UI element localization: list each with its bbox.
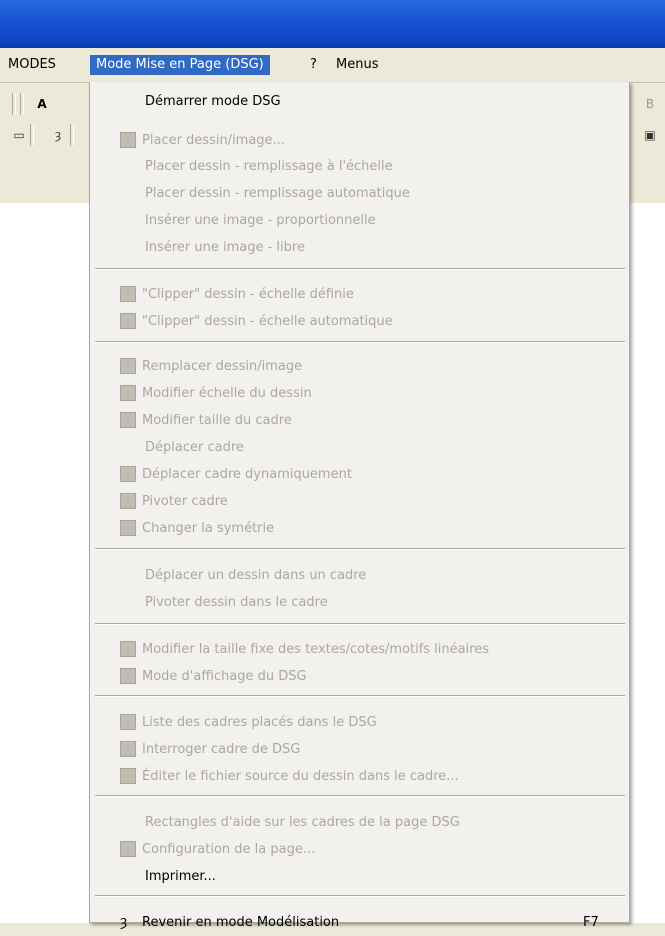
menu-item[interactable]: Éditer le fichier source du dessin dans …: [90, 763, 629, 790]
menu-item[interactable]: Remplacer dessin/image: [90, 353, 629, 380]
camera-icon[interactable]: ▣: [641, 126, 659, 144]
menu-item[interactable]: "Clipper" dessin - échelle définie: [90, 281, 629, 308]
menu-item-label: Déplacer cadre: [145, 440, 244, 455]
menu-item-label: Liste des cadres placés dans le DSG: [142, 715, 377, 730]
menu-item-label: Placer dessin - remplissage automatique: [145, 186, 410, 201]
menu-item-label: Changer la symétrie: [142, 521, 275, 536]
edit-source-icon: [120, 768, 136, 784]
menu-item[interactable]: Déplacer un dessin dans un cadre: [90, 562, 629, 589]
menu-bar: MODES Mode Mise en Page (DSG) ? Menus: [0, 48, 665, 83]
symmetry-icon: [120, 520, 136, 536]
menu-item[interactable]: Déplacer cadre: [90, 434, 629, 461]
menu-item-label: Rectangles d'aide sur les cadres de la p…: [145, 815, 460, 830]
move-dynamic-icon: [120, 466, 136, 482]
toolbar-separator: [30, 124, 34, 146]
query-frame-icon: [120, 741, 136, 757]
menu-item-label: Placer dessin - remplissage à l'échelle: [145, 159, 393, 174]
clip-auto-icon: [120, 313, 136, 329]
menu-item-label: Insérer une image - libre: [145, 240, 305, 255]
menu-item-label: Insérer une image - proportionnelle: [145, 213, 376, 228]
clip-scale-icon: [120, 286, 136, 302]
toolbar-separator: [20, 93, 24, 115]
menu-item[interactable]: "Clipper" dessin - échelle automatique: [90, 308, 629, 335]
menu-item[interactable]: Modifier la taille fixe des textes/cotes…: [90, 636, 629, 663]
toolbar-separator: [70, 124, 74, 146]
menu-item[interactable]: Démarrer mode DSG: [90, 88, 629, 115]
menu-item-label: Modifier échelle du dessin: [142, 386, 312, 401]
dsg-dropdown-menu: Démarrer mode DSG Placer dessin/image... P…: [89, 82, 630, 930]
menu-item-label: Déplacer un dessin dans un cadre: [145, 568, 367, 583]
frame-list-icon: [120, 714, 136, 730]
menu-item-label: "Clipper" dessin - échelle définie: [142, 287, 354, 302]
menu-separator: [95, 623, 625, 625]
menu-separator: [95, 341, 625, 343]
menu-item[interactable]: Placer dessin/image...: [90, 127, 629, 154]
menu-item[interactable]: Imprimer...: [90, 863, 629, 890]
menu-item-label: Mode d'affichage du DSG: [142, 669, 307, 684]
menu-separator: [95, 548, 625, 550]
menu-item-label: Remplacer dessin/image: [142, 359, 303, 374]
menu-separator: [95, 795, 625, 797]
page-config-icon: [120, 841, 136, 857]
menu-item[interactable]: Configuration de la page...: [90, 836, 629, 863]
menu-separator: [95, 895, 625, 897]
menu-item[interactable]: Modifier échelle du dessin: [90, 380, 629, 407]
menu-item-label: Placer dessin/image...: [142, 133, 285, 148]
menu-separator: [95, 695, 625, 697]
menu-item[interactable]: Changer la symétrie: [90, 515, 629, 542]
return-tool-icon[interactable]: ȝ: [49, 126, 67, 144]
frame-size-icon: [120, 412, 136, 428]
menu-item-label: Modifier taille du cadre: [142, 413, 292, 428]
menu-modes[interactable]: MODES: [2, 55, 62, 75]
menu-item-label: Déplacer cadre dynamiquement: [142, 467, 352, 482]
menu-item[interactable]: Interroger cadre de DSG: [90, 736, 629, 763]
menu-item[interactable]: Pivoter cadre: [90, 488, 629, 515]
menu-item-label: Configuration de la page...: [142, 842, 316, 857]
spellcheck-icon[interactable]: A: [33, 95, 51, 113]
menu-help[interactable]: ?: [304, 55, 323, 75]
replace-image-icon: [120, 358, 136, 374]
rotate-frame-icon: [120, 493, 136, 509]
toolbar-right-glyph: B: [645, 97, 655, 111]
menu-item[interactable]: Mode d'affichage du DSG: [90, 663, 629, 690]
menu-separator: [95, 268, 625, 270]
place-image-icon: [120, 132, 136, 148]
menu-item[interactable]: Déplacer cadre dynamiquement: [90, 461, 629, 488]
title-bar: [0, 0, 665, 48]
menu-item-label: Éditer le fichier source du dessin dans …: [142, 769, 459, 784]
menu-mise-en-page-dsg[interactable]: Mode Mise en Page (DSG): [90, 55, 270, 75]
menu-item-label: Pivoter cadre: [142, 494, 228, 509]
menu-item[interactable]: Placer dessin - remplissage à l'échelle: [90, 153, 629, 180]
menu-item[interactable]: Rectangles d'aide sur les cadres de la p…: [90, 809, 629, 836]
image-tool-icon[interactable]: ▭: [10, 126, 28, 144]
menu-item-label: Modifier la taille fixe des textes/cotes…: [142, 642, 490, 657]
menu-item[interactable]: Liste des cadres placés dans le DSG: [90, 709, 629, 736]
menu-item-label: Pivoter dessin dans le cadre: [145, 595, 328, 610]
text-size-icon: [120, 641, 136, 657]
menu-item[interactable]: Insérer une image - proportionnelle: [90, 207, 629, 234]
scale-drawing-icon: [120, 385, 136, 401]
menu-item-label: Démarrer mode DSG: [145, 94, 281, 109]
menu-item-label: Interroger cadre de DSG: [142, 742, 301, 757]
menu-item[interactable]: Placer dessin - remplissage automatique: [90, 180, 629, 207]
display-mode-icon: [120, 668, 136, 684]
menu-item-label: Imprimer...: [145, 869, 216, 884]
menu-item[interactable]: Insérer une image - libre: [90, 234, 629, 261]
toolbar-separator: [12, 93, 16, 115]
menu-item[interactable]: Modifier taille du cadre: [90, 407, 629, 434]
menu-item-label: "Clipper" dessin - échelle automatique: [142, 314, 393, 329]
return-modeling-icon: ȝ: [120, 914, 128, 930]
menu-item[interactable]: Pivoter dessin dans le cadre: [90, 589, 629, 616]
menu-menus[interactable]: Menus: [330, 55, 384, 75]
